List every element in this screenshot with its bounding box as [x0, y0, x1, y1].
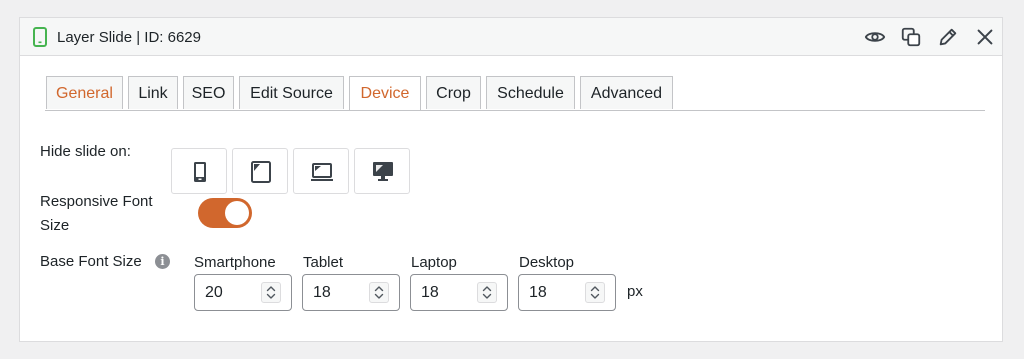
tab-schedule[interactable]: Schedule — [486, 76, 575, 109]
desktop-font-size-input[interactable] — [520, 276, 589, 309]
tablet-font-size-input[interactable] — [304, 276, 373, 309]
smartphone-field-label: Smartphone — [194, 254, 276, 271]
close-icon[interactable] — [974, 26, 996, 48]
laptop-field-label: Laptop — [411, 254, 457, 271]
laptop-spinner[interactable] — [477, 282, 497, 303]
up-down-chevron-icon — [482, 286, 492, 299]
hide-on-desktop-button[interactable] — [354, 148, 410, 194]
hide-on-tablet-button[interactable] — [232, 148, 288, 194]
hide-on-laptop-button[interactable] — [293, 148, 349, 194]
tab-general[interactable]: General — [46, 76, 123, 109]
laptop-font-size-input[interactable] — [412, 276, 481, 309]
tablet-spinner[interactable] — [369, 282, 389, 303]
laptop-font-size-field — [410, 274, 508, 311]
toggle-knob — [225, 201, 249, 225]
pencil-icon[interactable] — [937, 26, 959, 48]
layer-slide-panel: Layer Slide | ID: 6629 General Link SEO … — [19, 17, 1003, 342]
tablet-icon — [251, 161, 271, 183]
smartphone-icon — [194, 162, 206, 182]
tab-device[interactable]: Device — [349, 76, 421, 110]
tab-advanced[interactable]: Advanced — [580, 76, 673, 109]
desktop-font-size-field — [518, 274, 616, 311]
smartphone-spinner[interactable] — [261, 282, 281, 303]
responsive-font-label-line1: Responsive Font — [40, 193, 153, 210]
eye-icon[interactable] — [864, 26, 886, 48]
tab-crop[interactable]: Crop — [426, 76, 481, 109]
hide-on-smartphone-button[interactable] — [171, 148, 227, 194]
info-icon[interactable]: i — [155, 254, 170, 269]
base-font-size-label: Base Font Size — [40, 253, 142, 270]
panel-title: Layer Slide | ID: 6629 — [57, 29, 201, 46]
tab-seo[interactable]: SEO — [183, 76, 234, 109]
duplicate-icon[interactable] — [900, 26, 922, 48]
smartphone-font-size-field — [194, 274, 292, 311]
smartphone-font-size-input[interactable] — [196, 276, 265, 309]
tab-edit-source[interactable]: Edit Source — [239, 76, 344, 109]
phone-icon — [33, 27, 47, 47]
responsive-font-toggle[interactable] — [198, 198, 252, 228]
responsive-font-label-line2: Size — [40, 217, 70, 234]
desktop-field-label: Desktop — [519, 254, 575, 271]
laptop-icon — [311, 163, 333, 181]
tab-link[interactable]: Link — [128, 76, 178, 109]
desktop-icon — [373, 162, 393, 181]
hide-slide-label: Hide slide on: — [40, 143, 131, 160]
tab-bar: General Link SEO Edit Source Device Crop… — [45, 76, 985, 111]
font-size-unit: px — [627, 283, 643, 300]
tablet-font-size-field — [302, 274, 400, 311]
panel-header: Layer Slide | ID: 6629 — [20, 18, 1002, 56]
up-down-chevron-icon — [266, 286, 276, 299]
tablet-field-label: Tablet — [303, 254, 344, 271]
up-down-chevron-icon — [590, 286, 600, 299]
up-down-chevron-icon — [374, 286, 384, 299]
desktop-spinner[interactable] — [585, 282, 605, 303]
